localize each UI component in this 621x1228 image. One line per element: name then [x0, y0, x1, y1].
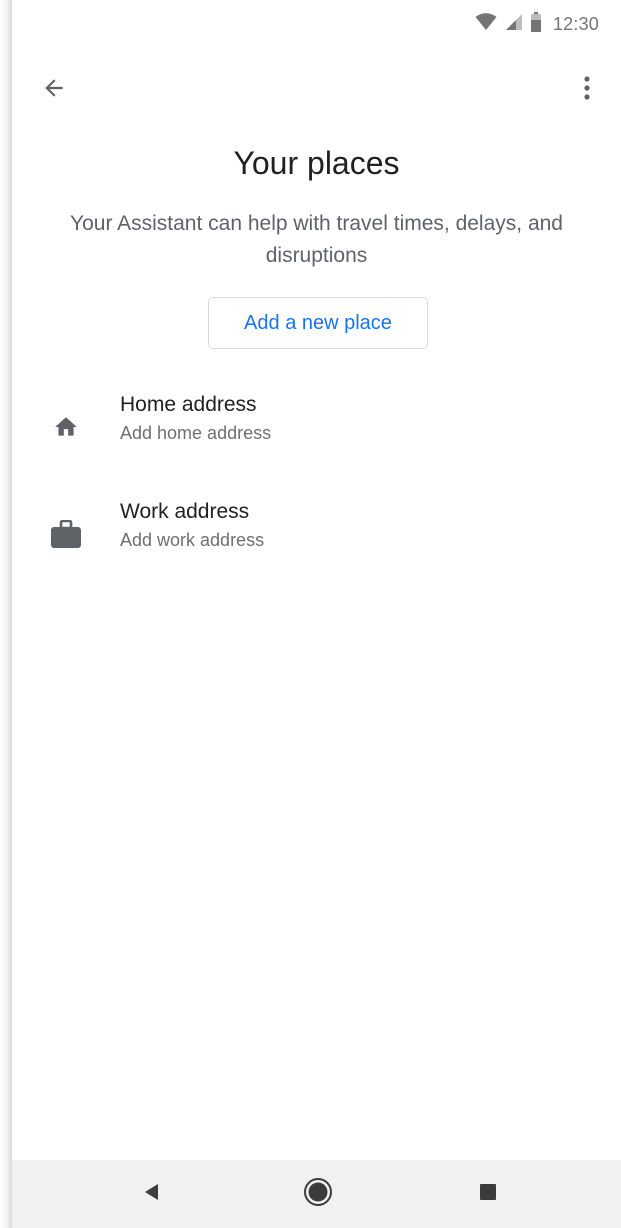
work-briefcase-icon [50, 518, 82, 550]
battery-icon [530, 11, 541, 37]
status-time: 12:30 [552, 13, 599, 34]
page-subtitle: Your Assistant can help with travel time… [70, 212, 563, 267]
page-title: Your places [233, 145, 400, 181]
nav-back-icon [142, 1182, 162, 1207]
nav-home-icon [303, 1177, 333, 1212]
place-subtitle: Add work address [120, 530, 265, 550]
wifi-icon [475, 12, 497, 36]
add-new-place-button[interactable]: Add a new place [208, 297, 428, 349]
arrow-back-icon [41, 75, 67, 106]
screen: 12:30 Your places Your Assistant can hel… [12, 0, 621, 1228]
signal-icon [505, 13, 523, 36]
nav-back-button[interactable] [136, 1178, 168, 1210]
place-title: Work address [120, 500, 250, 523]
nav-home-button[interactable] [302, 1177, 334, 1212]
more-options-button[interactable] [575, 74, 599, 106]
place-item-home[interactable]: Home address Add home address [12, 393, 621, 463]
device-edge [0, 0, 12, 1228]
home-icon [50, 411, 82, 443]
status-bar: 12:30 [12, 0, 621, 50]
nav-recents-icon [479, 1183, 497, 1206]
status-icons: 12:30 [475, 11, 599, 37]
navigation-bar [12, 1160, 621, 1228]
more-vert-icon [583, 75, 591, 106]
back-button[interactable] [38, 74, 70, 106]
nav-recents-button[interactable] [472, 1178, 504, 1210]
place-title: Home address [120, 393, 257, 416]
place-item-work[interactable]: Work address Add work address [12, 500, 621, 570]
place-subtitle: Add home address [120, 423, 272, 443]
